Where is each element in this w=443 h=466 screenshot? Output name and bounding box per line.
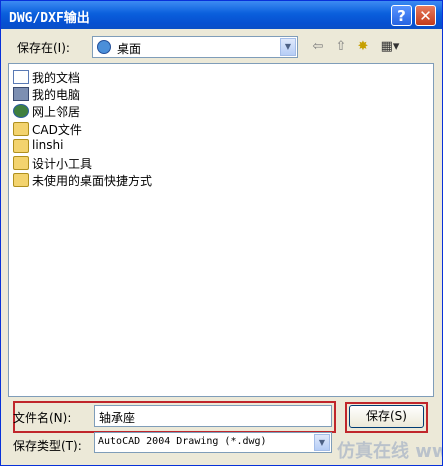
- save-button[interactable]: 保存(S): [349, 405, 424, 428]
- help-button[interactable]: ?: [391, 5, 412, 26]
- up-folder-icon[interactable]: ⇧: [332, 38, 350, 56]
- computer-icon: [13, 87, 29, 101]
- list-item-label: CAD文件: [32, 123, 82, 137]
- folder-icon: [13, 122, 29, 136]
- list-item-label: linshi: [32, 138, 64, 152]
- list-item[interactable]: 网上邻居: [13, 102, 263, 120]
- close-button[interactable]: ✕: [415, 5, 436, 26]
- window-title: DWG/DXF输出: [9, 11, 90, 26]
- title-bar: DWG/DXF输出 ? ✕: [1, 1, 442, 29]
- list-item[interactable]: 未使用的桌面快捷方式: [13, 171, 263, 189]
- filename-value: 轴承座: [99, 411, 136, 425]
- list-item[interactable]: linshi: [13, 137, 263, 155]
- filename-input[interactable]: 轴承座: [94, 405, 332, 427]
- list-item-label: 我的电脑: [32, 88, 81, 102]
- desktop-icon: [97, 40, 111, 54]
- list-item-label: 未使用的桌面快捷方式: [32, 174, 153, 188]
- list-item[interactable]: 我的文档: [13, 68, 263, 86]
- filetype-label: 保存类型(T):: [13, 439, 82, 453]
- save-in-label: 保存在(I):: [17, 41, 70, 55]
- new-folder-icon[interactable]: ✸: [354, 38, 372, 56]
- folder-icon: [13, 139, 29, 153]
- save-in-dropdown[interactable]: 桌面 ▼: [92, 36, 298, 58]
- list-item[interactable]: CAD文件: [13, 120, 263, 138]
- network-icon: [13, 104, 29, 118]
- filename-label: 文件名(N):: [13, 411, 72, 425]
- list-item-label: 网上邻居: [32, 105, 81, 119]
- watermark: 仿真在线 www.1CAE.com: [337, 441, 442, 462]
- filetype-dropdown[interactable]: AutoCAD 2004 Drawing (*.dwg) ▼: [94, 432, 332, 453]
- save-dialog: DWG/DXF输出 ? ✕ 保存在(I): 桌面 ▼ ⇦ ⇧ ✸ ▦▾ 我的文档…: [0, 0, 443, 466]
- folder-icon: [13, 156, 29, 170]
- documents-icon: [13, 70, 29, 84]
- chevron-down-icon[interactable]: ▼: [314, 434, 330, 451]
- folder-icon: [13, 173, 29, 187]
- list-item[interactable]: 设计小工具: [13, 154, 263, 172]
- back-icon[interactable]: ⇦: [309, 38, 327, 56]
- list-item-label: 设计小工具: [32, 157, 93, 171]
- view-menu-icon[interactable]: ▦▾: [377, 38, 403, 56]
- file-list[interactable]: 我的文档 我的电脑 网上邻居 CAD文件 linshi 设计小工具 未使用的桌面…: [8, 63, 434, 397]
- list-item[interactable]: 我的电脑: [13, 85, 263, 103]
- chevron-down-icon[interactable]: ▼: [280, 38, 296, 56]
- list-item-label: 我的文档: [32, 71, 81, 85]
- save-in-value: 桌面: [117, 42, 142, 56]
- filetype-value: AutoCAD 2004 Drawing (*.dwg): [98, 436, 267, 447]
